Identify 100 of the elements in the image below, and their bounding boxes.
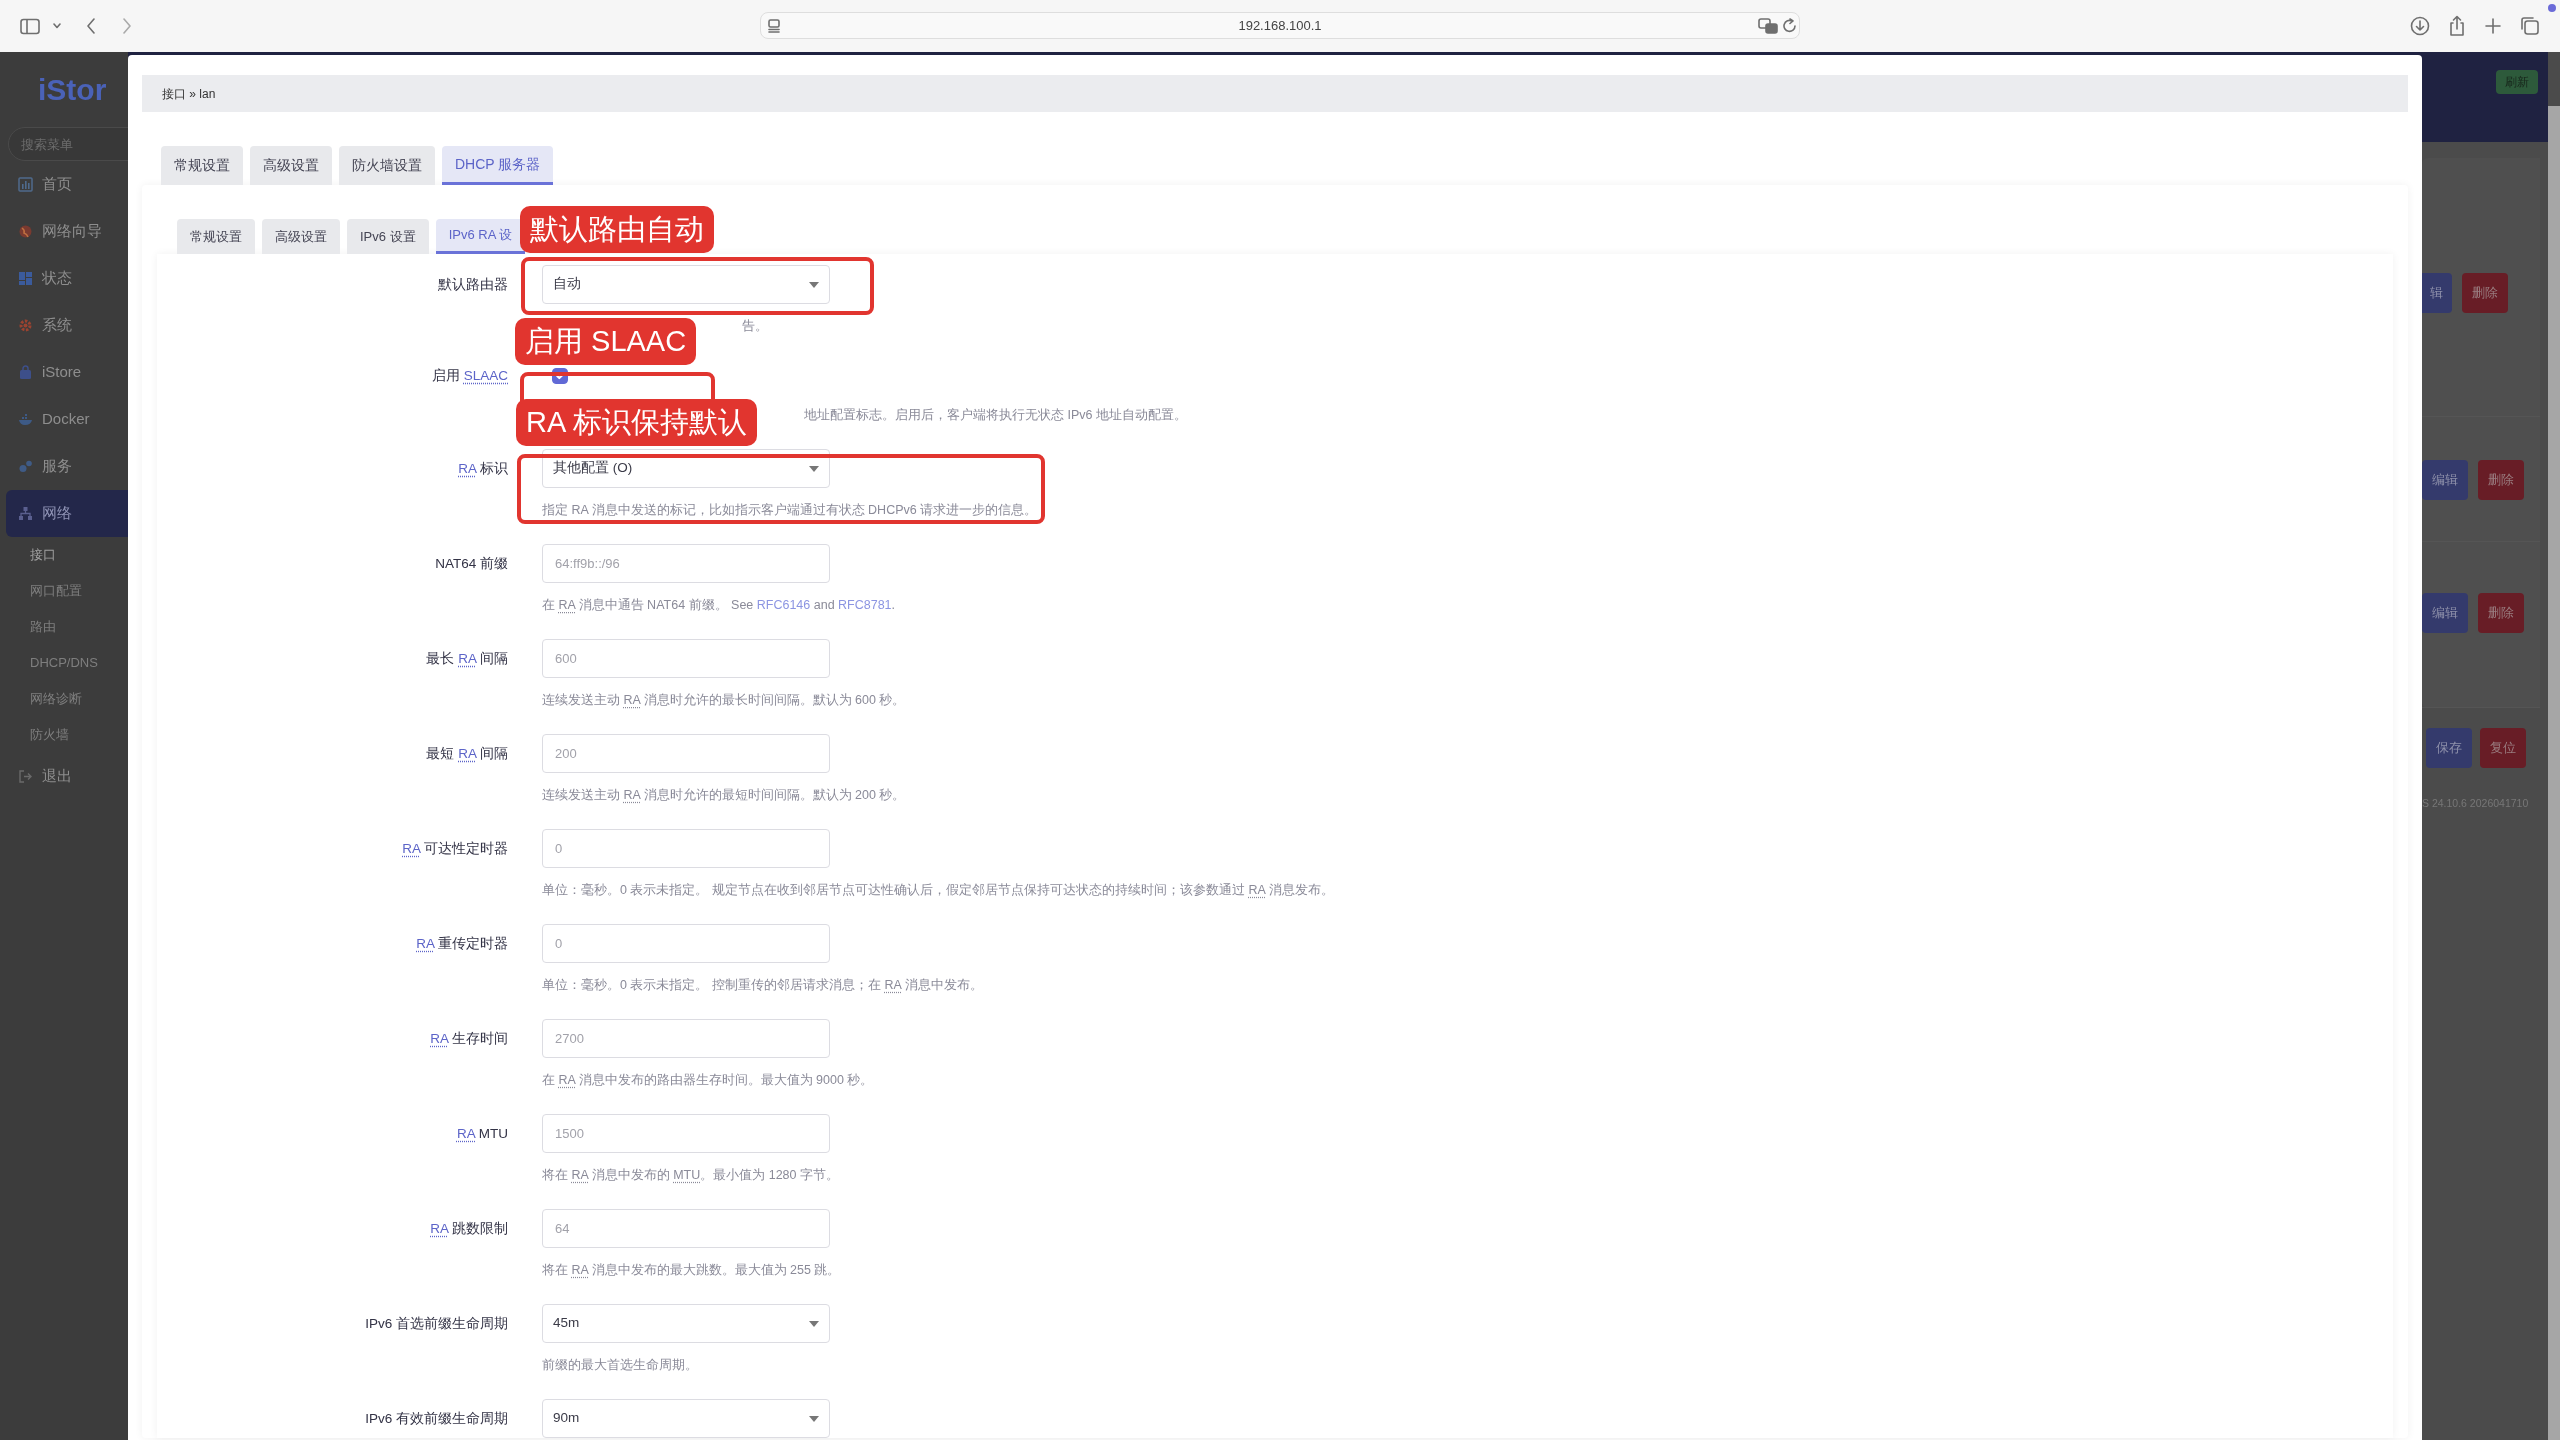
field-label: IPv6 有效前缀生命周期 [364,1410,508,1428]
field-description: 在 RA 消息中通告 NAT64 前缀。 See RFC6146 and RFC8781. [542,597,896,614]
dropdown[interactable]: 自动 [542,265,830,304]
address-text: 192.168.100.1 [1238,16,1322,35]
delete-button[interactable]: 删除 [2478,460,2524,500]
field-description: 地址配置标志。启用后，客户端将执行无状态 IPv6 地址自动配置。 [804,407,1187,424]
translate-icon [1758,17,1778,34]
field-description: 在 RA 消息中发布的路由器生存时间。最大值为 9000 秒。 [542,1072,874,1089]
field-label: 最长 RA 间隔 [425,650,508,668]
dashboard-icon [18,271,33,286]
delete-button[interactable]: 删除 [2462,273,2508,313]
edit-button[interactable]: 辑 [2422,273,2452,313]
link[interactable]: RFC6146 [756,598,811,612]
sidebar-subitem[interactable]: 网络诊断 [0,681,128,717]
tab[interactable]: 常规设置 [177,219,255,254]
text-field[interactable]: 600 [542,639,830,678]
field-label: RA 跳数限制 [429,1220,508,1238]
text-field[interactable]: 64 [542,1209,830,1248]
dropdown[interactable]: 其他配置 (O) [542,449,830,488]
forward-icon [122,18,132,34]
plus-icon [2485,18,2501,34]
field-description: 告。 [742,318,768,335]
tab[interactable]: 防火墙设置 [339,146,435,185]
reload-icon [1783,18,1797,33]
gear-icon [18,318,33,333]
annotation-label: 默认路由自动 [520,206,714,253]
sidebar-item[interactable]: 服务 [0,443,128,490]
edit-button[interactable]: 编辑 [2422,593,2468,633]
caret-icon [809,1415,819,1422]
network-icon [18,506,33,521]
sidebar-subitem[interactable]: 防火墙 [0,717,128,753]
bag-icon [18,365,33,380]
text-field[interactable]: 0 [542,924,830,963]
field-label: RA 标识 [457,460,508,478]
tab[interactable]: 高级设置 [250,146,332,185]
tab[interactable]: IPv6 RA 设 [435,219,526,254]
save-button[interactable]: 保存 [2426,728,2472,768]
field-description: 将在 RA 消息中发布的最大跳数。最大值为 255 跳。 [542,1262,841,1279]
tab[interactable]: 常规设置 [161,146,243,185]
field-label: RA 可达性定时器 [401,840,508,858]
field-description: 将在 RA 消息中发布的 MTU。最小值为 1280 字节。 [542,1167,839,1184]
edit-button[interactable]: 编辑 [2422,460,2468,500]
field-description: 连续发送主动 RA 消息时允许的最长时间间隔。默认为 600 秒。 [542,692,906,709]
text-field[interactable]: 64:ff9b::/96 [542,544,830,583]
tab[interactable]: 高级设置 [262,219,340,254]
text-field[interactable]: 1500 [542,1114,830,1153]
sidebar-item[interactable]: Docker [0,396,128,443]
caret-icon [809,281,819,288]
address-field[interactable]: 192.168.100.1 [760,12,1800,39]
annotation-label: RA 标识保持默认 [516,399,757,446]
caret-icon [809,1320,819,1327]
sidebar-subitem[interactable]: 网口配置 [0,573,128,609]
sidebar-subitem[interactable]: 接口 [0,537,128,573]
dropdown[interactable]: 90m [542,1399,830,1438]
field-description: 单位：毫秒。0 表示未指定。 控制重传的邻居请求消息；在 RA 消息中发布。 [542,977,983,994]
text-field[interactable]: 2700 [542,1019,830,1058]
field-label: RA 生存时间 [429,1030,508,1048]
field-label: 默认路由器 [437,276,508,294]
globe-icon [18,224,33,239]
breadcrumb: 接口 » lan [162,85,216,103]
sidebar-item[interactable]: 网络向导 [0,208,128,255]
reader-icon [767,18,781,33]
sidebar-subitem[interactable]: 路由 [0,609,128,645]
download-icon [2410,16,2430,36]
sidebar-subitem[interactable]: DHCP/DNS [0,645,128,681]
annotation-label: 启用 SLAAC [515,318,697,365]
tab[interactable]: DHCP 服务器 [442,146,554,185]
field-label: 最短 RA 间隔 [425,745,508,763]
field-label: RA MTU [456,1125,508,1143]
sidebar-icon [20,17,40,35]
text-field[interactable]: 200 [542,734,830,773]
field-label: IPv6 首选前缀生命周期 [364,1315,508,1333]
field-label: 启用 SLAAC [430,367,508,385]
reset-button[interactable]: 复位 [2480,728,2526,768]
field-description: 前缀的最大首选生命周期。 [542,1357,698,1374]
back-icon [86,18,96,34]
delete-button[interactable]: 删除 [2478,593,2524,633]
dropdown[interactable]: 45m [542,1304,830,1343]
tab[interactable]: IPv6 设置 [347,219,429,254]
caret-icon [53,23,61,29]
share-icon [2448,15,2466,37]
logo-text: iStor [37,72,108,108]
field-label: NAT64 前缀 [434,555,508,573]
exit-icon [18,769,33,784]
notification-dot [2548,4,2556,12]
sidebar-item[interactable]: 网络 [6,490,128,537]
link[interactable]: RFC8781 [838,598,892,612]
bar-chart-icon [18,177,33,192]
text-field[interactable]: 0 [542,829,830,868]
sidebar-item[interactable]: iStore [0,349,128,396]
field-description: 单位：毫秒。0 表示未指定。 规定节点在收到邻居节点可达性确认后，假定邻居节点保持可达状态的持续时间；该参数通过 RA 消息发布。 [542,882,1334,899]
sidebar-item[interactable]: 退出 [0,753,128,800]
field-description: 指定 RA 消息中发送的标记，比如指示客户端通过有状态 DHCPv6 请求进一步的信息。 [542,502,1038,519]
scrollbar[interactable] [2548,106,2560,1440]
sidebar-item[interactable]: 状态 [0,255,128,302]
sidebar-item[interactable]: 首页 [0,161,128,208]
whale-icon [18,412,33,427]
field-label: RA 重传定时器 [415,935,508,953]
sidebar-item[interactable]: 系统 [0,302,128,349]
tabs-icon [2520,16,2540,36]
